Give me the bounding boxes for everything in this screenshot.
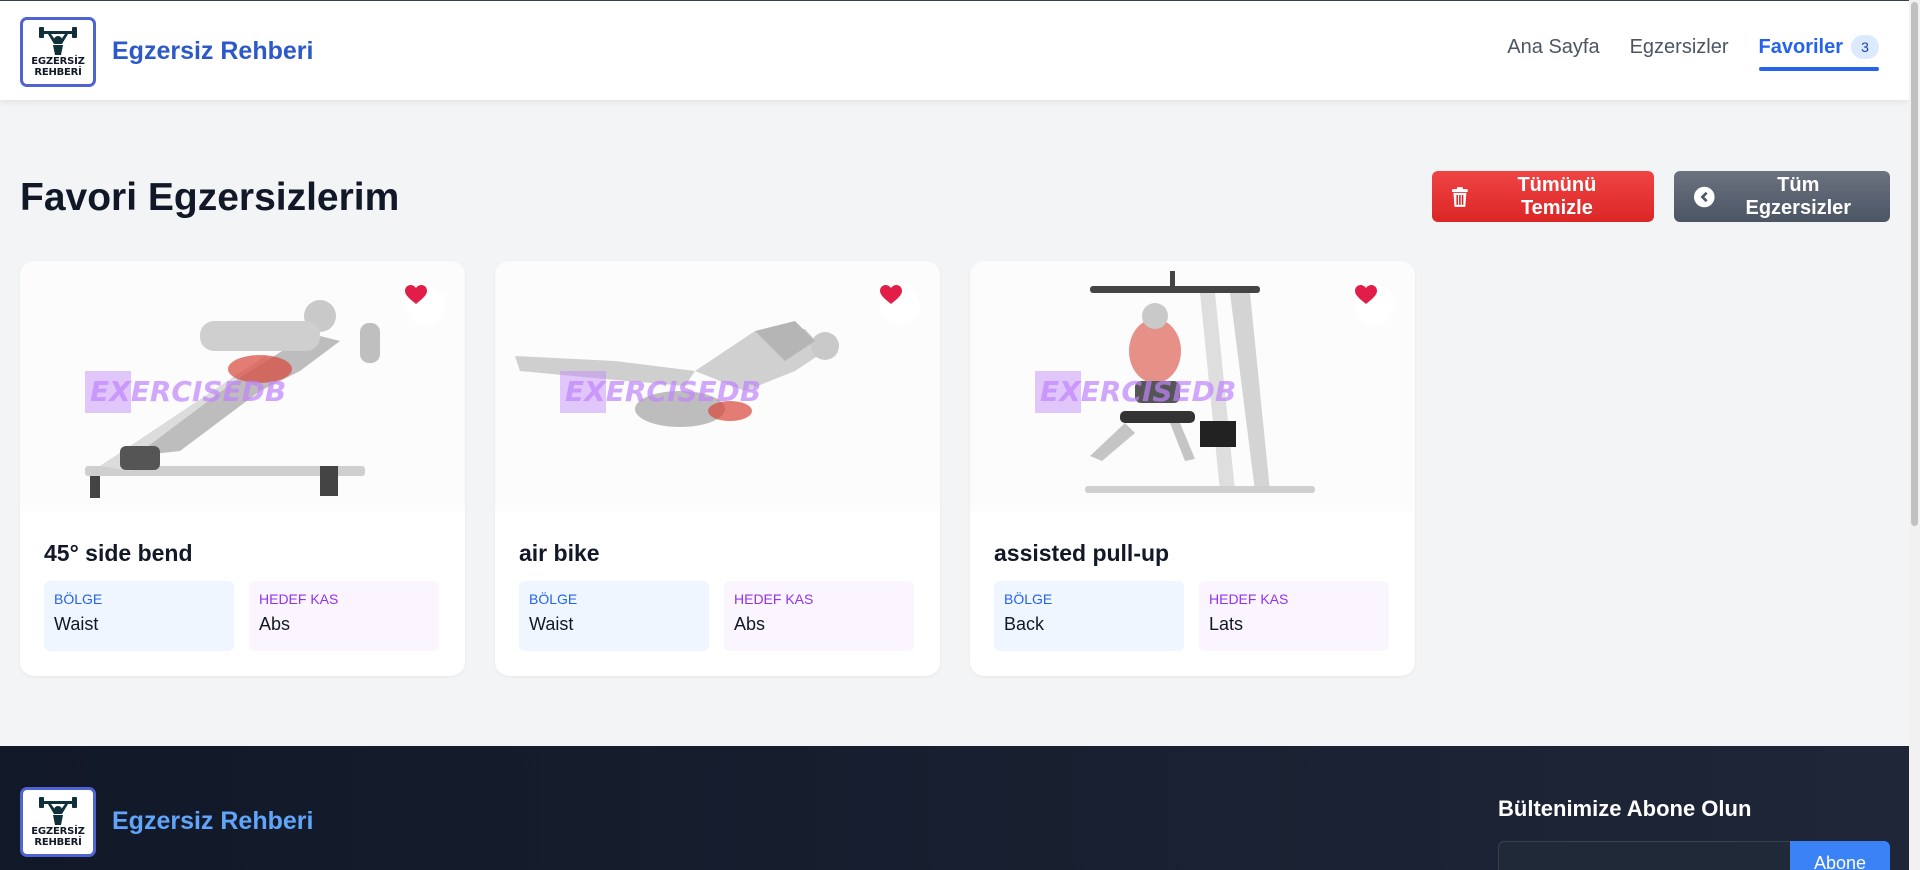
region-tag: BÖLGE Back bbox=[994, 581, 1184, 651]
clear-all-label: Tümünü Temizle bbox=[1517, 173, 1597, 219]
exercise-card[interactable]: EXERCISEDB assisted pull-up BÖLGE Back H… bbox=[970, 261, 1415, 676]
nav-exercises[interactable]: Egzersizler bbox=[1630, 36, 1729, 59]
scrollbar-thumb[interactable] bbox=[1911, 2, 1918, 526]
header-logo[interactable]: EGZERSİZ REHBERİ bbox=[20, 17, 96, 87]
exercise-name: air bike bbox=[519, 540, 600, 566]
favorites-count-badge: 3 bbox=[1851, 35, 1879, 59]
target-label: HEDEF KAS bbox=[734, 591, 814, 607]
top-header: EGZERSİZ REHBERİ Egzersiz Rehberi Ana Sa… bbox=[0, 0, 1909, 100]
page-title: Favori Egzersizlerim bbox=[20, 176, 400, 219]
favorite-toggle[interactable] bbox=[405, 285, 445, 325]
region-tag: BÖLGE Waist bbox=[44, 581, 234, 651]
weightlifter-icon bbox=[39, 797, 77, 825]
subscribe-button[interactable]: Abone bbox=[1790, 841, 1890, 870]
weightlifter-icon bbox=[39, 27, 77, 55]
exercise-name: assisted pull-up bbox=[994, 540, 1170, 566]
favorite-toggle[interactable] bbox=[880, 285, 920, 325]
page-scrollbar[interactable] bbox=[1909, 0, 1920, 870]
target-tag: HEDEF KAS Abs bbox=[249, 581, 439, 651]
footer-brand-name[interactable]: Egzersiz Rehberi bbox=[112, 807, 313, 836]
exercise-card[interactable]: EXERCISEDB 45° side bend BÖLGE Waist HED… bbox=[20, 261, 465, 676]
nav-home[interactable]: Ana Sayfa bbox=[1507, 36, 1599, 59]
region-value: Back bbox=[1004, 614, 1045, 634]
arrow-left-circle-icon bbox=[1694, 186, 1715, 207]
trash-icon bbox=[1452, 186, 1468, 207]
newsletter-title: Bültenimize Abone Olun bbox=[1498, 796, 1752, 821]
exercise-image: EXERCISEDB bbox=[495, 261, 940, 511]
exercise-image: EXERCISEDB bbox=[20, 261, 465, 511]
all-exercises-label: Tüm Egzersizler bbox=[1745, 173, 1852, 219]
region-label: BÖLGE bbox=[1004, 591, 1053, 607]
region-label: BÖLGE bbox=[529, 591, 578, 607]
region-value: Waist bbox=[529, 614, 574, 634]
footer-logo[interactable]: EGZERSİZ REHBERİ bbox=[20, 787, 96, 857]
target-value: Abs bbox=[734, 614, 766, 634]
region-value: Waist bbox=[54, 614, 99, 634]
exercise-image: EXERCISEDB bbox=[970, 261, 1415, 511]
target-tag: HEDEF KAS Abs bbox=[724, 581, 914, 651]
heart-icon bbox=[880, 285, 902, 304]
region-tag: BÖLGE Waist bbox=[519, 581, 709, 651]
exercise-card[interactable]: EXERCISEDB air bike BÖLGE Waist HEDEF KA… bbox=[495, 261, 940, 676]
site-footer: EGZERSİZ REHBERİ Egzersiz Rehberi Bülten… bbox=[0, 746, 1909, 870]
brand-name[interactable]: Egzersiz Rehberi bbox=[112, 37, 313, 66]
heart-icon bbox=[405, 285, 427, 304]
nav-favorites[interactable]: Favoriler 3 bbox=[1758, 35, 1880, 71]
nav-favorites-label: Favoriler bbox=[1758, 35, 1843, 58]
newsletter-email-input[interactable] bbox=[1498, 841, 1790, 870]
favorite-toggle[interactable] bbox=[1355, 285, 1395, 325]
target-value: Abs bbox=[259, 614, 291, 634]
exercise-name: 45° side bend bbox=[44, 540, 193, 566]
region-label: BÖLGE bbox=[54, 591, 103, 607]
target-value: Lats bbox=[1209, 614, 1244, 634]
logo-text-line2: REHBERİ bbox=[34, 837, 82, 848]
main-nav: Ana Sayfa Egzersizler Favoriler 3 bbox=[1507, 35, 1880, 71]
clear-all-button[interactable]: Tümünü Temizle bbox=[1432, 171, 1654, 222]
target-label: HEDEF KAS bbox=[259, 591, 339, 607]
logo-text-line2: REHBERİ bbox=[34, 67, 82, 78]
heart-icon bbox=[1355, 285, 1377, 304]
target-tag: HEDEF KAS Lats bbox=[1199, 581, 1389, 651]
target-label: HEDEF KAS bbox=[1209, 591, 1289, 607]
all-exercises-button[interactable]: Tüm Egzersizler bbox=[1674, 171, 1890, 222]
